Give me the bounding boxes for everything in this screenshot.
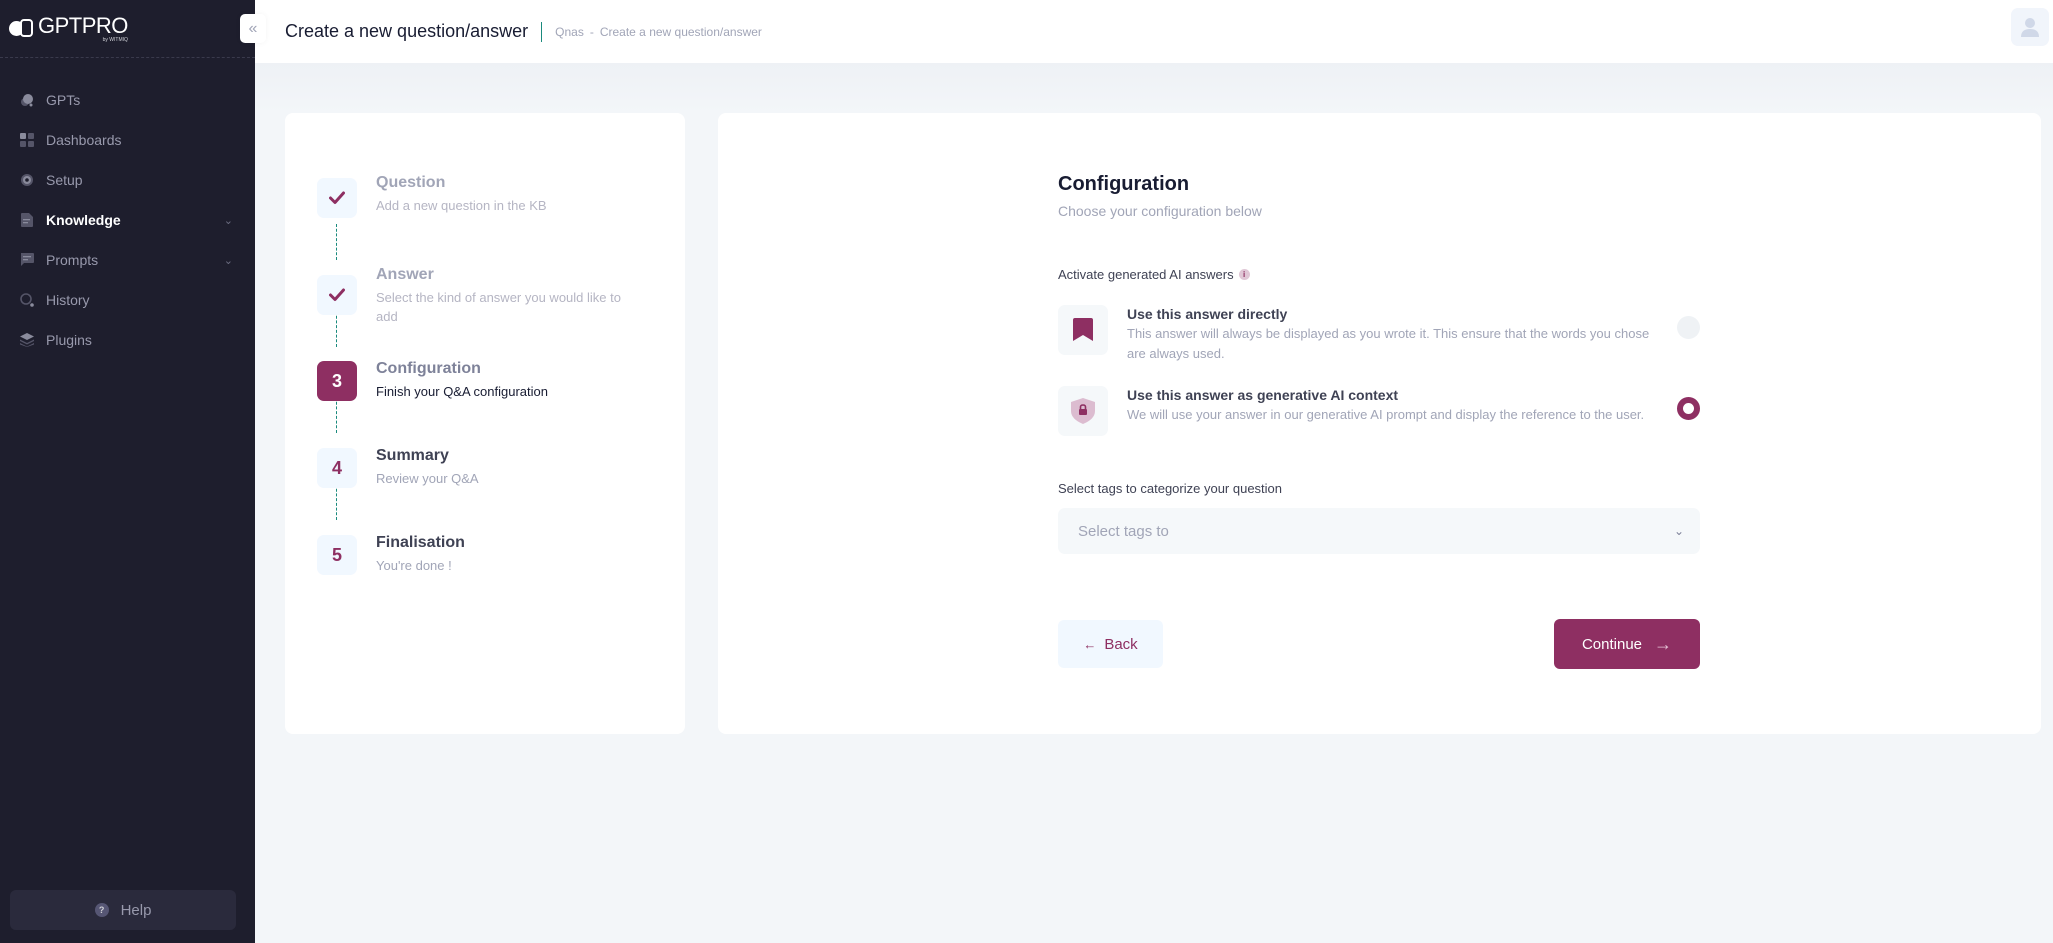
dashboard-grid-icon <box>20 133 34 147</box>
breadcrumb-item-qnas[interactable]: Qnas <box>555 25 584 39</box>
page-title: Create a new question/answer <box>285 21 529 41</box>
question-mark-icon: ? <box>94 903 109 917</box>
step-description: Finish your Q&A configuration <box>376 384 548 399</box>
step-title: Question <box>376 174 446 191</box>
check-icon <box>329 191 345 204</box>
step-description: You're done ! <box>376 558 452 573</box>
check-icon <box>329 288 345 301</box>
shield-lock-icon <box>1071 398 1095 424</box>
step-indicator <box>317 275 357 315</box>
user-avatar[interactable] <box>2011 8 2049 46</box>
option-generative-context[interactable]: Use this answer as generative AI context… <box>1058 386 1700 436</box>
stepper-card: Question Add a new question in the KB An… <box>285 113 685 734</box>
configuration-card: Configuration Choose your configuration … <box>718 113 2041 734</box>
tags-select[interactable]: Select tags to ⌄ <box>1058 508 1700 554</box>
sidebar-nav: GPTs Dashboards Setup Knowledge ⌄ Prompt… <box>0 80 255 360</box>
option-title: Use this answer as generative AI context <box>1127 387 1399 403</box>
sidebar-item-setup[interactable]: Setup <box>0 160 255 200</box>
chevron-down-icon: ⌄ <box>1673 524 1684 538</box>
step-title: Configuration <box>376 360 481 377</box>
step-configuration: 3 Configuration Finish your Q&A configur… <box>317 360 646 401</box>
breadcrumb-separator: - <box>589 24 594 39</box>
search-history-icon <box>20 293 34 307</box>
back-label: Back <box>1104 635 1138 653</box>
option-icon-box <box>1058 305 1108 355</box>
breadcrumb-item-current: Create a new question/answer <box>599 24 762 39</box>
bookmark-icon <box>1073 318 1093 341</box>
sidebar-item-gpts[interactable]: GPTs <box>0 80 255 120</box>
step-question: Question Add a new question in the KB <box>317 174 646 218</box>
sidebar-item-label: Dashboards <box>46 132 122 148</box>
sidebar-item-label: GPTs <box>46 92 81 108</box>
step-indicator: 5 <box>317 535 357 575</box>
step-connector <box>336 397 337 433</box>
continue-label: Continue <box>1581 635 1643 653</box>
step-indicator <box>317 178 357 218</box>
sidebar-item-prompts[interactable]: Prompts ⌄ <box>0 240 255 280</box>
back-button[interactable]: ← Back <box>1058 620 1163 668</box>
sidebar-item-knowledge[interactable]: Knowledge ⌄ <box>0 200 255 240</box>
breadcrumb: Qnas - Create a new question/answer <box>555 25 762 39</box>
arrow-left-icon: ← <box>1083 636 1097 652</box>
step-summary: 4 Summary Review your Q&A <box>317 447 646 488</box>
step-title: Finalisation <box>376 534 465 551</box>
chevron-down-icon: ⌄ <box>223 254 233 267</box>
sidebar-item-label: Knowledge <box>46 212 121 228</box>
form-subtitle: Choose your configuration below <box>1058 203 1262 219</box>
user-icon <box>2021 18 2039 37</box>
step-indicator: 4 <box>317 448 357 488</box>
step-description: Add a new question in the KB <box>376 198 547 213</box>
brand: GPTPRO by WITMIQ <box>0 0 255 58</box>
step-title: Summary <box>376 447 449 464</box>
step-description: Review your Q&A <box>376 471 479 486</box>
brand-name: GPTPRO <box>38 12 128 38</box>
info-icon[interactable]: i <box>1238 269 1250 280</box>
form-title: Configuration <box>1058 173 1190 195</box>
document-icon <box>20 213 34 227</box>
sidebar-item-label: Setup <box>46 172 83 188</box>
layers-icon <box>20 333 34 347</box>
step-connector <box>336 484 337 520</box>
step-description: Select the kind of answer you would like… <box>376 290 621 324</box>
double-chevron-left-icon: « <box>248 19 258 37</box>
option-description: We will use your answer in our generativ… <box>1127 407 1645 422</box>
chat-bubble-icon <box>20 253 34 267</box>
chevron-down-icon: ⌄ <box>223 214 233 227</box>
gpts-icon <box>20 93 34 107</box>
page-header: Create a new question/answer Qnas - Crea… <box>255 0 2053 63</box>
tags-select-placeholder: Select tags to <box>1078 522 1169 540</box>
sidebar-collapse-button[interactable]: « <box>240 14 266 43</box>
ai-answers-label: Activate generated AI answers i <box>1058 267 1250 282</box>
sidebar-item-history[interactable]: History <box>0 280 255 320</box>
continue-button[interactable]: Continue → <box>1554 619 1700 669</box>
sidebar-item-label: Plugins <box>46 332 92 348</box>
sidebar: GPTPRO by WITMIQ GPTs Dashboards Setup K… <box>0 0 255 943</box>
step-title: Answer <box>376 266 434 283</box>
sidebar-item-dashboards[interactable]: Dashboards <box>0 120 255 160</box>
help-button[interactable]: ? Help <box>10 890 236 930</box>
step-indicator: 3 <box>317 361 357 401</box>
arrow-right-icon: → <box>1654 633 1673 654</box>
option-radio[interactable] <box>1677 316 1700 339</box>
step-answer: Answer Select the kind of answer you wou… <box>317 266 646 326</box>
step-finalisation: 5 Finalisation You're done ! <box>317 534 646 575</box>
option-description: This answer will always be displayed as … <box>1127 326 1650 361</box>
tags-label: Select tags to categorize your question <box>1058 481 1283 496</box>
sidebar-item-plugins[interactable]: Plugins <box>0 320 255 360</box>
sidebar-item-label: Prompts <box>46 252 99 268</box>
brand-logo[interactable]: GPTPRO by WITMIQ <box>9 12 128 43</box>
gear-icon <box>20 173 34 187</box>
brand-byline: by WITMIQ <box>102 36 128 43</box>
step-connector <box>336 224 337 260</box>
configuration-form: Configuration Choose your configuration … <box>1058 173 1700 669</box>
option-radio-selected[interactable] <box>1677 397 1700 420</box>
sidebar-item-label: History <box>46 292 90 308</box>
option-icon-box <box>1058 386 1108 436</box>
option-use-directly[interactable]: Use this answer directly This answer wil… <box>1058 305 1700 364</box>
help-label: Help <box>120 901 152 919</box>
title-divider <box>541 21 543 42</box>
option-title: Use this answer directly <box>1127 306 1288 322</box>
logo-icon <box>9 18 35 40</box>
